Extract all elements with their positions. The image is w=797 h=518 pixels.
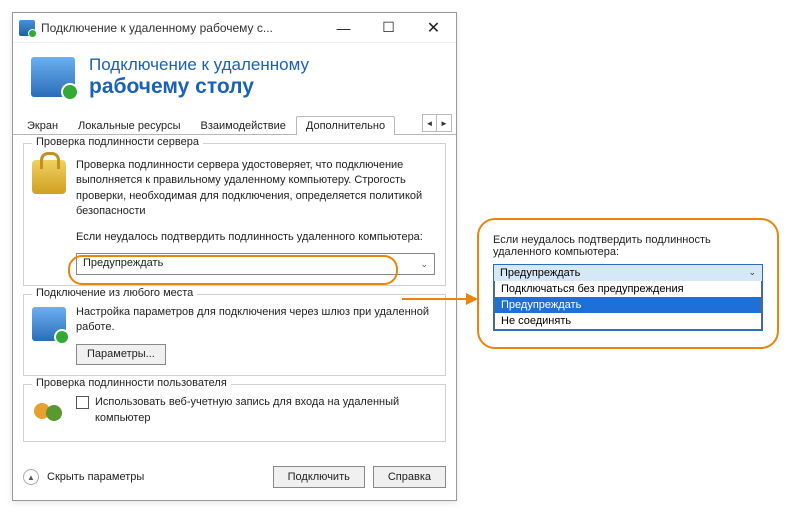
auth-action-value: Предупреждать <box>83 256 163 271</box>
tab-scroll-right-icon[interactable]: ► <box>437 115 451 131</box>
select-options-list: Подключаться без предупреждения Предупре… <box>494 281 762 330</box>
tab-experience[interactable]: Взаимодействие <box>190 116 295 135</box>
dialog-footer: ▲ Скрыть параметры Подключить Справка <box>13 458 456 500</box>
option-connect-no-warn[interactable]: Подключаться без предупреждения <box>495 281 761 297</box>
group-server-auth-title: Проверка подлинности сервера <box>32 136 203 148</box>
lock-icon <box>32 160 66 194</box>
tab-content: Проверка подлинности сервера Проверка по… <box>13 135 456 458</box>
banner: Подключение к удаленному рабочему столу <box>13 43 456 111</box>
gateway-settings-button[interactable]: Параметры... <box>76 344 166 365</box>
gateway-desc: Настройка параметров для подключения чер… <box>76 305 435 336</box>
chevron-down-icon: ⌄ <box>420 258 428 271</box>
tab-display[interactable]: Экран <box>17 116 68 135</box>
help-button[interactable]: Справка <box>373 466 446 488</box>
rdp-banner-icon <box>31 57 75 97</box>
auth-action-select-open[interactable]: Предупреждать ⌄ Подключаться без предупр… <box>493 264 763 331</box>
annotation-arrow <box>402 298 476 300</box>
tab-advanced[interactable]: Дополнительно <box>296 116 395 135</box>
option-do-not-connect[interactable]: Не соединять <box>495 313 761 329</box>
maximize-button[interactable]: ☐ <box>366 13 411 43</box>
select-open-value: Предупреждать <box>500 267 580 279</box>
callout-panel: Если неудалось подтвердить подлинность у… <box>477 218 779 349</box>
monitor-icon <box>32 307 66 341</box>
group-gateway: Подключение из любого места Настройка па… <box>23 294 446 376</box>
minimize-button[interactable]: — <box>321 13 366 43</box>
banner-line1: Подключение к удаленному <box>89 55 309 75</box>
collapse-icon[interactable]: ▲ <box>23 469 39 485</box>
server-auth-desc: Проверка подлинности сервера удостоверяе… <box>76 158 435 220</box>
tab-scroll: ◄ ► <box>422 114 452 132</box>
connect-button[interactable]: Подключить <box>273 466 365 488</box>
rdp-icon <box>19 20 35 36</box>
tab-scroll-left-icon[interactable]: ◄ <box>423 115 437 131</box>
group-server-auth: Проверка подлинности сервера Проверка по… <box>23 143 446 286</box>
server-auth-prompt: Если неудалось подтвердить подлинность у… <box>76 230 435 245</box>
option-warn[interactable]: Предупреждать <box>495 297 761 313</box>
hide-options-link[interactable]: Скрыть параметры <box>47 471 265 483</box>
group-gateway-title: Подключение из любого места <box>32 287 197 299</box>
chevron-down-icon: ⌄ <box>748 267 756 279</box>
tab-bar: Экран Локальные ресурсы Взаимодействие Д… <box>13 111 456 135</box>
banner-line2: рабочему столу <box>89 75 309 99</box>
web-account-label: Использовать веб-учетную запись для вход… <box>95 395 435 426</box>
rdp-dialog: Подключение к удаленному рабочему с... —… <box>12 12 457 501</box>
titlebar[interactable]: Подключение к удаленному рабочему с... —… <box>13 13 456 43</box>
group-user-auth-title: Проверка подлинности пользователя <box>32 377 231 389</box>
web-account-checkbox[interactable] <box>76 396 89 409</box>
people-icon <box>32 397 66 431</box>
auth-action-select[interactable]: Предупреждать ⌄ <box>76 253 435 275</box>
window-title: Подключение к удаленному рабочему с... <box>41 21 321 35</box>
banner-text: Подключение к удаленному рабочему столу <box>89 55 309 99</box>
close-button[interactable]: ✕ <box>411 13 456 43</box>
group-user-auth: Проверка подлинности пользователя Исполь… <box>23 384 446 442</box>
tab-local-resources[interactable]: Локальные ресурсы <box>68 116 190 135</box>
callout-prompt: Если неудалось подтвердить подлинность у… <box>493 234 763 258</box>
